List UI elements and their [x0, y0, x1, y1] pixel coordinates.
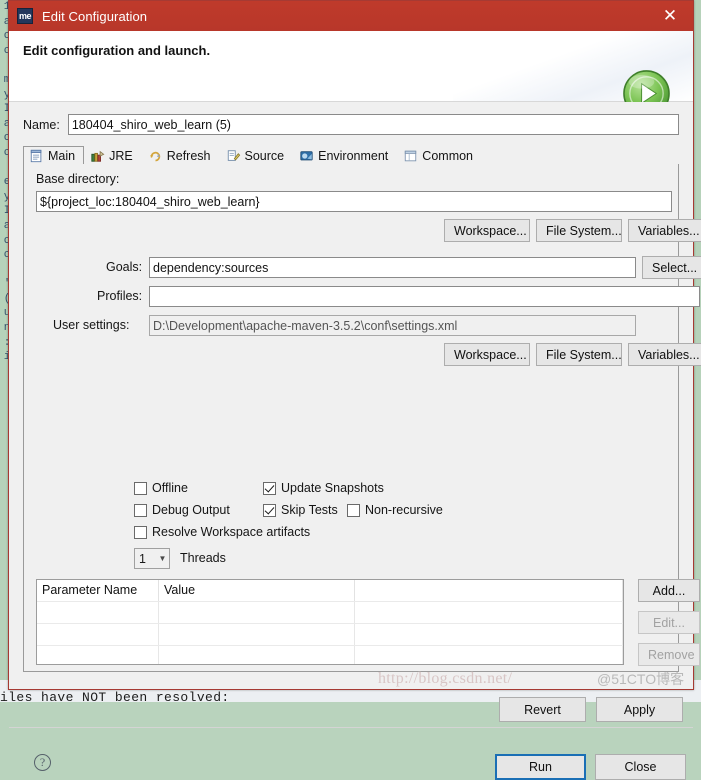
tab-main-label: Main: [48, 149, 75, 163]
user-settings-variables-button[interactable]: Variables...: [628, 343, 701, 366]
checkbox-skip-tests-box[interactable]: [263, 504, 276, 517]
tab-environment[interactable]: Environment: [293, 145, 397, 165]
base-directory-file-system-button[interactable]: File System...: [536, 219, 622, 242]
close-icon[interactable]: ✕: [647, 1, 693, 31]
dialog-titlebar[interactable]: me Edit Configuration ✕: [9, 1, 693, 31]
base-directory-workspace-button[interactable]: Workspace...: [444, 219, 530, 242]
page-title: Edit configuration and launch.: [23, 43, 210, 58]
goals-label: Goals:: [106, 260, 142, 274]
help-question-icon[interactable]: ?: [34, 754, 51, 771]
checkbox-offline-box[interactable]: [134, 482, 147, 495]
checkbox-debug-output-box[interactable]: [134, 504, 147, 517]
checkbox-debug-output-label: Debug Output: [152, 503, 230, 517]
dialog-header: Edit configuration and launch.: [9, 31, 693, 102]
checkbox-offline-label: Offline: [152, 481, 188, 495]
threads-label: Threads: [180, 551, 226, 565]
tab-jre-label: JRE: [109, 149, 133, 163]
tab-refresh[interactable]: Refresh: [142, 145, 220, 165]
column-header-value: Value: [159, 580, 355, 601]
base-directory-variables-button[interactable]: Variables...: [628, 219, 701, 242]
remove-parameter-button: Remove: [638, 643, 700, 666]
name-label: Name:: [23, 118, 60, 132]
name-input[interactable]: [68, 114, 679, 135]
checkbox-update-snapshots-box[interactable]: [263, 482, 276, 495]
edit-parameter-button: Edit...: [638, 611, 700, 634]
checkbox-offline[interactable]: Offline: [134, 481, 188, 495]
table-row[interactable]: [37, 623, 623, 645]
parameters-table[interactable]: Parameter Name Value: [36, 579, 624, 665]
user-settings-input[interactable]: [149, 315, 636, 336]
checkbox-resolve-workspace-artifacts-label: Resolve Workspace artifacts: [152, 525, 310, 539]
source-pencil-icon: [226, 149, 241, 163]
tab-common-label: Common: [422, 149, 473, 163]
jre-books-icon: [90, 149, 105, 163]
checkbox-non-recursive-label: Non-recursive: [365, 503, 443, 517]
common-window-icon: [403, 149, 418, 163]
table-row[interactable]: [37, 645, 623, 665]
user-settings-workspace-button[interactable]: Workspace...: [444, 343, 530, 366]
chevron-down-icon: ▼: [156, 554, 169, 563]
main-document-icon: [29, 149, 44, 163]
checkbox-resolve-workspace-artifacts[interactable]: Resolve Workspace artifacts: [134, 525, 310, 539]
environment-icon: [299, 149, 314, 163]
parameters-table-header: Parameter Name Value: [37, 580, 623, 601]
profiles-label: Profiles:: [97, 289, 142, 303]
base-directory-label: Base directory:: [36, 172, 119, 186]
tab-source-label: Source: [245, 149, 285, 163]
goals-input[interactable]: [149, 257, 636, 278]
tab-strip: Main JRE Refresh: [23, 144, 679, 166]
dialog-body: Name: Main: [9, 102, 693, 689]
goals-select-button[interactable]: Select...: [642, 256, 701, 279]
tab-main[interactable]: Main: [23, 146, 84, 166]
checkbox-non-recursive[interactable]: Non-recursive: [347, 503, 443, 517]
tab-common[interactable]: Common: [397, 145, 482, 165]
main-tab-panel: Base directory: Workspace... File System…: [23, 164, 679, 672]
maven-me-icon: me: [17, 8, 33, 24]
checkbox-resolve-workspace-artifacts-box[interactable]: [134, 526, 147, 539]
revert-button[interactable]: Revert: [499, 697, 586, 722]
threads-value: 1: [135, 552, 156, 566]
refresh-arrows-icon: [148, 149, 163, 163]
checkbox-non-recursive-box[interactable]: [347, 504, 360, 517]
user-settings-label: User settings:: [53, 318, 129, 332]
checkbox-debug-output[interactable]: Debug Output: [134, 503, 230, 517]
profiles-input[interactable]: [149, 286, 700, 307]
user-settings-file-system-button[interactable]: File System...: [536, 343, 622, 366]
column-header-extra: [355, 580, 623, 601]
tab-jre[interactable]: JRE: [84, 145, 142, 165]
tab-environment-label: Environment: [318, 149, 388, 163]
table-row[interactable]: [37, 601, 623, 623]
name-row: Name:: [23, 114, 679, 135]
footer-divider: [9, 727, 693, 728]
checkbox-update-snapshots-label: Update Snapshots: [281, 481, 384, 495]
threads-select[interactable]: 1 ▼: [134, 548, 170, 569]
close-button[interactable]: Close: [595, 754, 686, 780]
checkbox-skip-tests[interactable]: Skip Tests: [263, 503, 338, 517]
checkbox-update-snapshots[interactable]: Update Snapshots: [263, 481, 384, 495]
tab-refresh-label: Refresh: [167, 149, 211, 163]
edit-configuration-dialog: me Edit Configuration ✕ Edit configurati…: [8, 0, 694, 690]
column-header-parameter-name: Parameter Name: [37, 580, 159, 601]
run-button[interactable]: Run: [495, 754, 586, 780]
add-parameter-button[interactable]: Add...: [638, 579, 700, 602]
base-directory-input[interactable]: [36, 191, 672, 212]
apply-button[interactable]: Apply: [596, 697, 683, 722]
dialog-title: Edit Configuration: [42, 9, 147, 24]
tab-source[interactable]: Source: [220, 145, 294, 165]
checkbox-skip-tests-label: Skip Tests: [281, 503, 338, 517]
